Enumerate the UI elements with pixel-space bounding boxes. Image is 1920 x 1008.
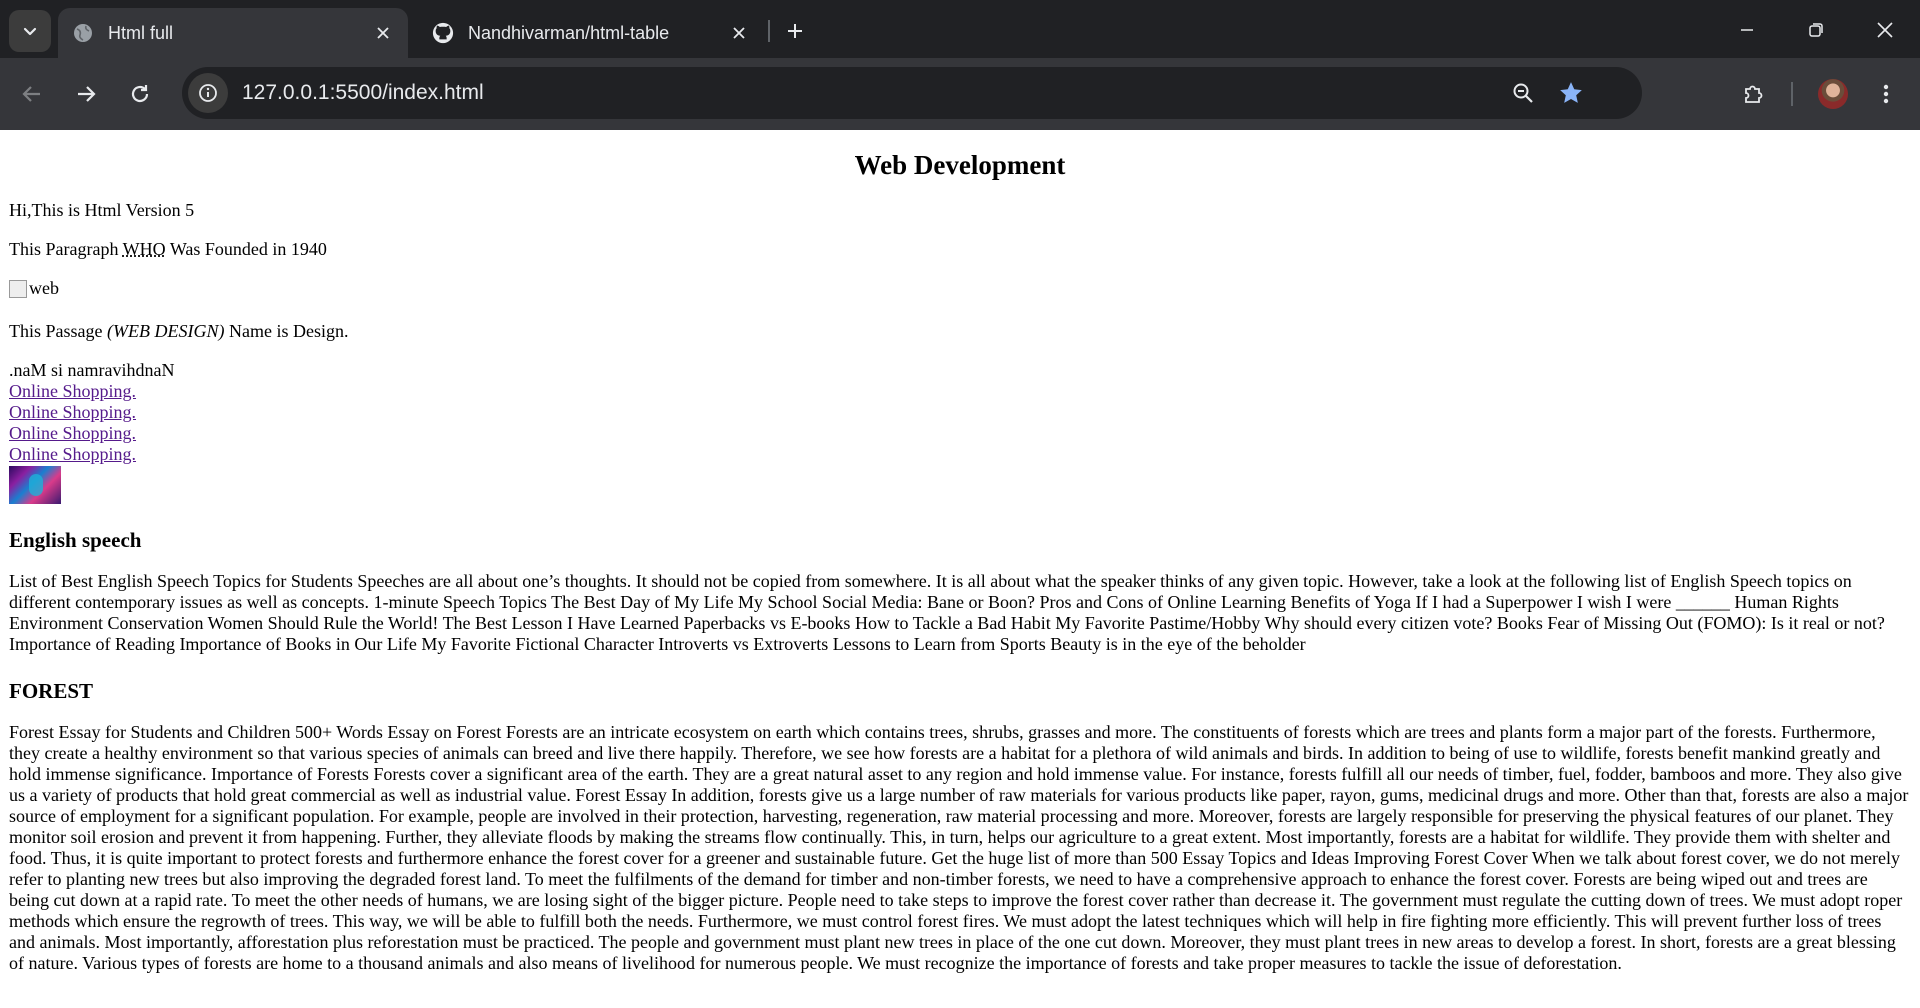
puzzle-icon <box>1745 85 1763 103</box>
abbr-after: Was Founded in 1940 <box>165 239 327 259</box>
reload-icon <box>131 85 149 103</box>
page-content: Web Development Hi,This is Html Version … <box>0 130 1920 1008</box>
new-tab-button[interactable] <box>778 14 812 48</box>
more-vertical-icon <box>1883 84 1889 104</box>
abbr-paragraph: This Paragraph WHO Was Founded in 1940 <box>9 239 1911 260</box>
tab-strip: Html full Nandhivarman/html-table <box>0 0 1920 58</box>
tab-divider <box>768 20 770 42</box>
intro-paragraph: Hi,This is Html Version 5 <box>9 200 195 220</box>
toolbar-divider <box>1791 82 1793 106</box>
menu-button[interactable] <box>1866 74 1906 114</box>
globe-icon <box>72 22 94 44</box>
passage-paragraph: This Passage (WEB DESIGN) Name is Design… <box>9 321 1911 342</box>
forward-button[interactable] <box>66 74 106 114</box>
online-shopping-link[interactable]: Online Shopping. <box>9 444 1911 465</box>
reload-button[interactable] <box>120 74 160 114</box>
forward-arrow-icon <box>78 86 96 102</box>
url-text[interactable]: 127.0.0.1:5500/index.html <box>242 81 484 105</box>
bookmark-star-icon[interactable] <box>1554 76 1588 110</box>
section-heading-forest: FOREST <box>9 678 94 703</box>
plus-icon <box>788 24 802 38</box>
address-bar[interactable]: 127.0.0.1:5500/index.html <box>182 67 1642 119</box>
page-title: Web Development <box>854 150 1066 180</box>
site-info-icon[interactable] <box>188 73 228 113</box>
back-button[interactable] <box>12 74 52 114</box>
forest-paragraph: Forest Essay for Students and Children 5… <box>9 721 1909 973</box>
image-alt-text: web <box>29 278 59 298</box>
back-arrow-icon <box>22 86 40 102</box>
tab-title: Nandhivarman/html-table <box>468 22 670 43</box>
reversed-text: .naM si namravihdnaN <box>9 359 175 380</box>
close-tab-icon[interactable] <box>370 20 396 46</box>
broken-image-icon <box>9 279 27 298</box>
online-shopping-link[interactable]: Online Shopping. <box>9 423 1911 444</box>
passage-before: This Passage <box>9 320 107 341</box>
who-abbr: WHO <box>122 239 166 259</box>
extensions-button[interactable] <box>1734 74 1774 114</box>
close-window-button[interactable] <box>1862 10 1908 50</box>
restore-button[interactable] <box>1793 10 1839 50</box>
broken-image: web <box>9 278 59 299</box>
minimize-button[interactable] <box>1724 10 1770 50</box>
passage-cite: (WEB DESIGN) <box>107 320 225 341</box>
tab-html-full[interactable]: Html full <box>58 8 408 58</box>
profile-button[interactable] <box>1813 74 1853 114</box>
section-heading-english-speech: English speech <box>9 527 142 552</box>
tab-html-table[interactable]: Nandhivarman/html-table <box>418 8 764 58</box>
tab-search-button[interactable] <box>9 10 51 52</box>
close-icon <box>1877 22 1893 38</box>
github-icon <box>432 22 454 44</box>
zoom-icon[interactable] <box>1506 76 1540 110</box>
link-list: Online Shopping. Online Shopping. Online… <box>9 381 1911 465</box>
online-shopping-link[interactable]: Online Shopping. <box>9 381 1911 402</box>
abbr-before: This Paragraph <box>9 239 123 259</box>
passage-after: Name is Design. <box>224 320 349 341</box>
avatar <box>1818 79 1848 109</box>
online-shopping-link[interactable]: Online Shopping. <box>9 402 1911 423</box>
browser-toolbar: 127.0.0.1:5500/index.html <box>0 58 1920 130</box>
minimize-icon <box>1741 29 1753 31</box>
english-speech-paragraph: List of Best English Speech Topics for S… <box>9 570 1885 654</box>
close-tab-icon[interactable] <box>726 20 752 46</box>
restore-icon <box>1809 23 1823 37</box>
peacock-image-link[interactable] <box>9 465 61 504</box>
tab-title: Html full <box>108 22 174 43</box>
chevron-down-icon <box>23 27 37 36</box>
